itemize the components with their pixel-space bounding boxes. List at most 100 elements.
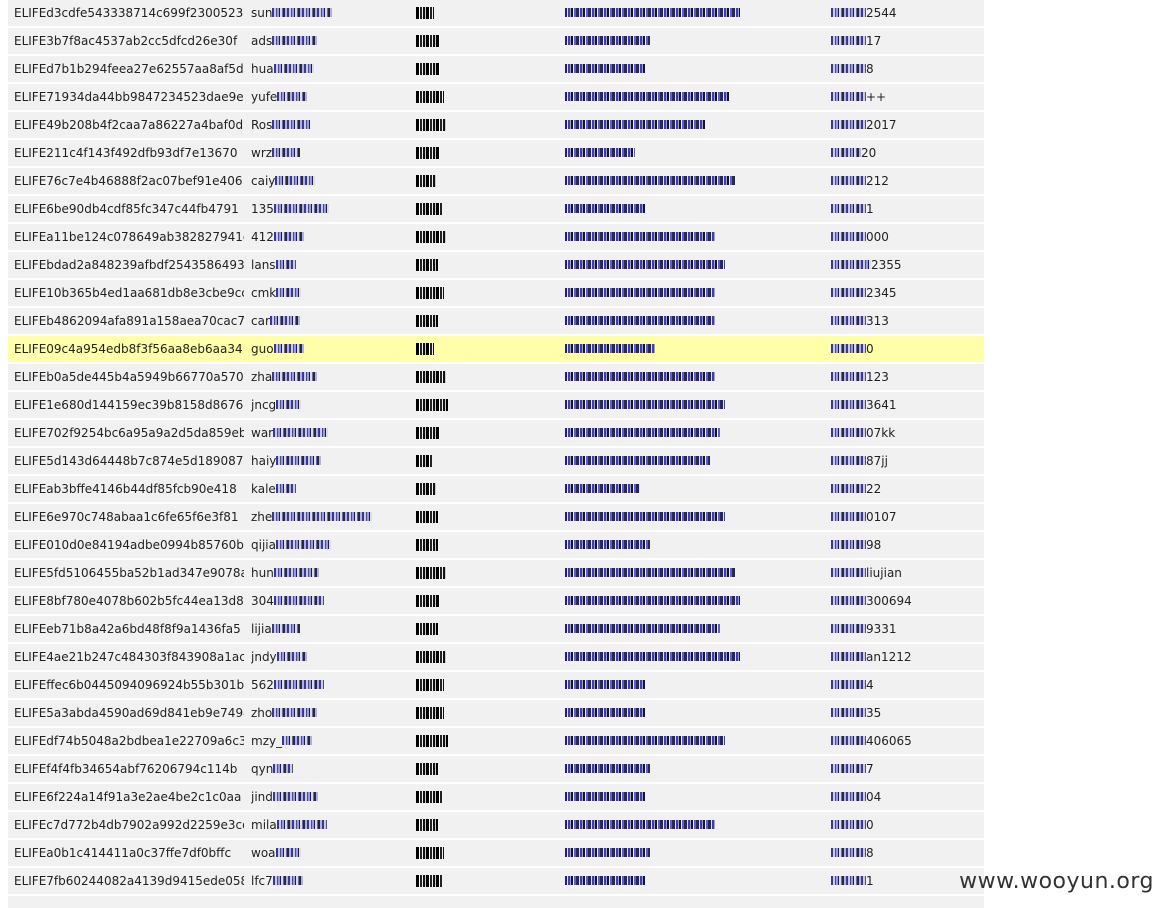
password: 1 (821, 196, 971, 222)
table-row[interactable]: ELIFEb4862094afa891a158aea70cac7 car 313 (8, 308, 984, 336)
real-name (411, 868, 531, 894)
redacted-mosaic (271, 624, 300, 633)
table-row[interactable]: ELIFEd7b1b294feea27e62557aa8af5d hua 8 (8, 56, 984, 84)
real-name (411, 784, 531, 810)
redacted-mosaic (416, 874, 442, 887)
username: cmk (251, 280, 411, 306)
username-visible-part: war (251, 426, 274, 440)
email (557, 504, 817, 530)
redacted-mosaic (565, 64, 645, 73)
table-row[interactable]: ELIFE010d0e84194adbe0994b85760bc qijia 98 (8, 532, 984, 560)
password: ++ (821, 84, 971, 110)
table-row[interactable]: ELIFE8bf780e4078b602b5fc44ea13d8 304 30069… (8, 588, 984, 616)
table-row[interactable]: ELIFE10b365b4ed1aa681db8e3cbe9cc cmk 2345 (8, 280, 984, 308)
redacted-mosaic (565, 204, 645, 213)
redacted-mosaic (565, 596, 740, 605)
table-row[interactable]: ELIFE5d143d64448b7c874e5d189087b haiy 87jj (8, 448, 984, 476)
record-id: ELIFE09c4a954edb8f3f56aa8eb6aa34 (14, 342, 243, 356)
password: 7 (821, 756, 971, 782)
password: 2355 (821, 252, 971, 278)
email (557, 840, 817, 866)
table-row[interactable]: ELIFEffec6b0445094096924b55b301b 562 4 (8, 672, 984, 700)
table-row[interactable]: ELIFE7fb60244082a4139d9415ede058 lfc7 1 (8, 868, 984, 896)
redacted-mosaic (831, 736, 866, 745)
redacted-mosaic (831, 764, 866, 773)
table-row[interactable]: ELIFEeb71b8a42a6bd48f8f9a1436fa5 lijia 933… (8, 616, 984, 644)
redacted-mosaic (416, 34, 440, 47)
redacted-mosaic (273, 568, 319, 577)
username: 562 (251, 672, 411, 698)
redacted-mosaic (416, 426, 440, 439)
table-row[interactable]: ELIFEc7d772b4db7902a992d2259e3cd mila 0 (8, 812, 984, 840)
username-visible-part: lfc7 (251, 874, 273, 888)
password-visible-part: 98 (866, 538, 882, 552)
record-id: ELIFE5d143d64448b7c874e5d189087b (14, 454, 244, 468)
table-row[interactable]: ELIFEd3cdfe543338714c699f2300523 sun 2544 (8, 0, 984, 28)
email (557, 560, 817, 586)
table-row[interactable]: ELIFE211c4f143f492dfb93df7e13670 wrz 20 (8, 140, 984, 168)
table-row[interactable]: ELIFEdf74b5048a2bdbea1e22709a6c3 mzy_ 4060… (8, 728, 984, 756)
password-visible-part: 8 (866, 846, 874, 860)
record-id: ELIFEab3bffe4146b44df85fcb90e418 (14, 482, 237, 496)
redacted-mosaic (416, 118, 446, 131)
password-visible-part: 04 (866, 790, 882, 804)
redacted-mosaic (416, 482, 436, 495)
table-row[interactable]: ELIFE3b7f8ac4537ab2cc5dfcd26e30f ads 17 (8, 28, 984, 56)
redacted-mosaic (831, 624, 866, 633)
redacted-mosaic (416, 202, 442, 215)
redacted-mosaic (276, 652, 307, 661)
real-name (411, 28, 531, 54)
table-row[interactable]: ELIFE5a3abda4590ad69d841eb9e7494 zho 35 (8, 700, 984, 728)
table-row[interactable]: ELIFE09c4a954edb8f3f56aa8eb6aa34 guo 0 (8, 336, 984, 364)
password: 4 (821, 672, 971, 698)
table-row[interactable]: ELIFEab3bffe4146b44df85fcb90e418 kale 22 (8, 476, 984, 504)
redacted-mosaic (272, 120, 311, 129)
redacted-mosaic (275, 260, 296, 269)
table-row[interactable]: ELIFE76c7e4b46888f2ac07bef91e406 caiy 212 (8, 168, 984, 196)
real-name (411, 280, 531, 306)
redacted-mosaic (565, 232, 715, 241)
redacted-mosaic (416, 818, 438, 831)
table-row[interactable]: ELIFE6be90db4cdf85fc347c44fb4791 135 1 (8, 196, 984, 224)
table-row[interactable]: ELIFEbdad2a848239afbdf2543586493 lans 2355 (8, 252, 984, 280)
table-row[interactable]: ELIFE1e680d144159ec39b8158d86763 jncg 3641 (8, 392, 984, 420)
table-row[interactable]: ELIFEa11be124c078649ab382827941c 412 000 (8, 224, 984, 252)
table-row[interactable]: ELIFE702f9254bc6a95a9a2d5da859eb war 07kk (8, 420, 984, 448)
redacted-mosaic (831, 428, 866, 437)
table-row[interactable]: ELIFEa0b1c414411a0c37ffe7df0bffc woa 8 (8, 840, 984, 868)
email (557, 0, 817, 26)
redacted-mosaic (831, 848, 866, 857)
password: 04 (821, 784, 971, 810)
password-visible-part: 212 (866, 174, 889, 188)
table-row[interactable]: ELIFE6e970c748abaa1c6fe65f6e3f81 zhe 0107 (8, 504, 984, 532)
data-table: ELIFEd3cdfe543338714c699f2300523 sun 2544 E… (8, 0, 984, 908)
table-row[interactable]: ELIFE6f224a14f91a3e2ae4be2c1c0aa jind 04 (8, 784, 984, 812)
redacted-mosaic (416, 286, 444, 299)
password: 406065 (821, 728, 971, 754)
redacted-mosaic (565, 512, 725, 521)
redacted-mosaic (565, 876, 645, 885)
redacted-mosaic (565, 680, 645, 689)
table-row[interactable]: ELIFE4ae21b247c484303f843908a1ac jndy an12… (8, 644, 984, 672)
table-row-partial (8, 896, 984, 908)
password: 300694 (821, 588, 971, 614)
redacted-mosaic (831, 372, 866, 381)
password: 2544 (821, 0, 971, 26)
table-row[interactable]: ELIFE71934da44bb9847234523dae9e4 yufe ++ (8, 84, 984, 112)
password: 212 (821, 168, 971, 194)
redacted-mosaic (565, 148, 635, 157)
password: 2017 (821, 112, 971, 138)
record-id: ELIFE6be90db4cdf85fc347c44fb4791 (14, 202, 239, 216)
username: ads (251, 28, 411, 54)
redacted-mosaic (831, 176, 866, 185)
table-row[interactable]: ELIFE49b208b4f2caa7a86227a4baf0d Ros 2017 (8, 112, 984, 140)
email (557, 336, 817, 362)
password-visible-part: 1 (866, 202, 874, 216)
real-name (411, 420, 531, 446)
table-row[interactable]: ELIFEf4f4fb34654abf76206794c114b qyn 7 (8, 756, 984, 784)
real-name (411, 168, 531, 194)
table-row[interactable]: ELIFEb0a5de445b4a5949b66770a5705 zha 123 (8, 364, 984, 392)
table-row[interactable]: ELIFE5fd5106455ba52b1ad347e9078a hun liuji… (8, 560, 984, 588)
password: 313 (821, 308, 971, 334)
record-id: ELIFEa11be124c078649ab382827941c (14, 230, 244, 244)
